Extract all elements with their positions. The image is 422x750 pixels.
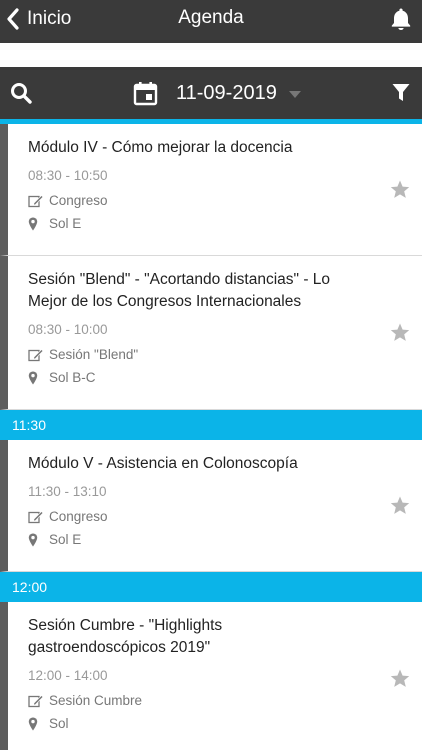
filter-icon[interactable] <box>392 83 410 103</box>
star-icon[interactable] <box>390 496 410 515</box>
session-room-row: Sol E <box>28 532 360 547</box>
time-slot-header: 11:30 <box>0 410 422 440</box>
session-item[interactable]: Sesión "Blend" - "Acortando distancias" … <box>0 256 422 410</box>
session-type-row: Sesión Cumbre <box>28 693 360 708</box>
session-title: Módulo V - Asistencia en Colonoscopía <box>28 455 298 472</box>
page-title: Agenda <box>178 7 244 28</box>
top-navigation-bar: Inicio Agenda <box>0 0 422 43</box>
agenda-list: Módulo IV - Cómo mejorar la docencia 08:… <box>0 124 422 750</box>
session-title: Sesión "Blend" - "Acortando distancias" … <box>28 271 331 310</box>
header-spacer <box>0 43 422 67</box>
session-item[interactable]: Módulo IV - Cómo mejorar la docencia 08:… <box>0 124 422 256</box>
session-type-row: Sesión "Blend" <box>28 347 360 362</box>
session-room: Sol E <box>49 532 82 547</box>
session-room: Sol E <box>49 216 82 231</box>
date-selector[interactable]: 11-09-2019 <box>133 78 301 108</box>
map-pin-icon <box>28 371 38 384</box>
star-icon[interactable] <box>390 180 410 199</box>
bell-icon[interactable] <box>389 6 413 32</box>
star-icon[interactable] <box>390 669 410 688</box>
session-room-row: Sol <box>28 716 360 731</box>
map-pin-icon <box>28 533 38 546</box>
session-room: Sol <box>49 716 69 731</box>
calendar-icon <box>133 81 158 105</box>
session-room-row: Sol B-C <box>28 370 360 385</box>
session-type: Congreso <box>49 509 108 524</box>
map-pin-icon <box>28 717 38 730</box>
edit-icon <box>28 194 44 207</box>
search-icon[interactable] <box>10 82 32 104</box>
session-item[interactable]: Módulo V - Asistencia en Colonoscopía 11… <box>0 440 422 572</box>
edit-icon <box>28 694 44 707</box>
edit-icon <box>28 510 44 523</box>
session-title: Sesión Cumbre - "Highlights gastroendosc… <box>28 617 223 656</box>
session-time: 08:30 - 10:50 <box>28 168 108 183</box>
caret-down-icon <box>288 91 301 98</box>
date-filter-bar: 11-09-2019 <box>0 67 422 119</box>
session-time: 08:30 - 10:00 <box>28 322 108 337</box>
session-item[interactable]: Sesión Cumbre - "Highlights gastroendosc… <box>0 602 422 750</box>
session-time: 12:00 - 14:00 <box>28 668 108 683</box>
map-pin-icon <box>28 217 38 230</box>
session-title: Módulo IV - Cómo mejorar la docencia <box>28 139 293 156</box>
session-room: Sol B-C <box>49 370 96 385</box>
edit-icon <box>28 348 44 361</box>
session-type-row: Congreso <box>28 509 360 524</box>
session-type-row: Congreso <box>28 193 360 208</box>
session-type: Sesión Cumbre <box>49 693 143 708</box>
session-type: Sesión "Blend" <box>49 347 139 362</box>
session-time: 11:30 - 13:10 <box>28 484 107 499</box>
selected-date: 11-09-2019 <box>176 81 277 104</box>
session-room-row: Sol E <box>28 216 360 231</box>
star-icon[interactable] <box>390 323 410 342</box>
time-slot-header: 12:00 <box>0 572 422 602</box>
session-type: Congreso <box>49 193 108 208</box>
